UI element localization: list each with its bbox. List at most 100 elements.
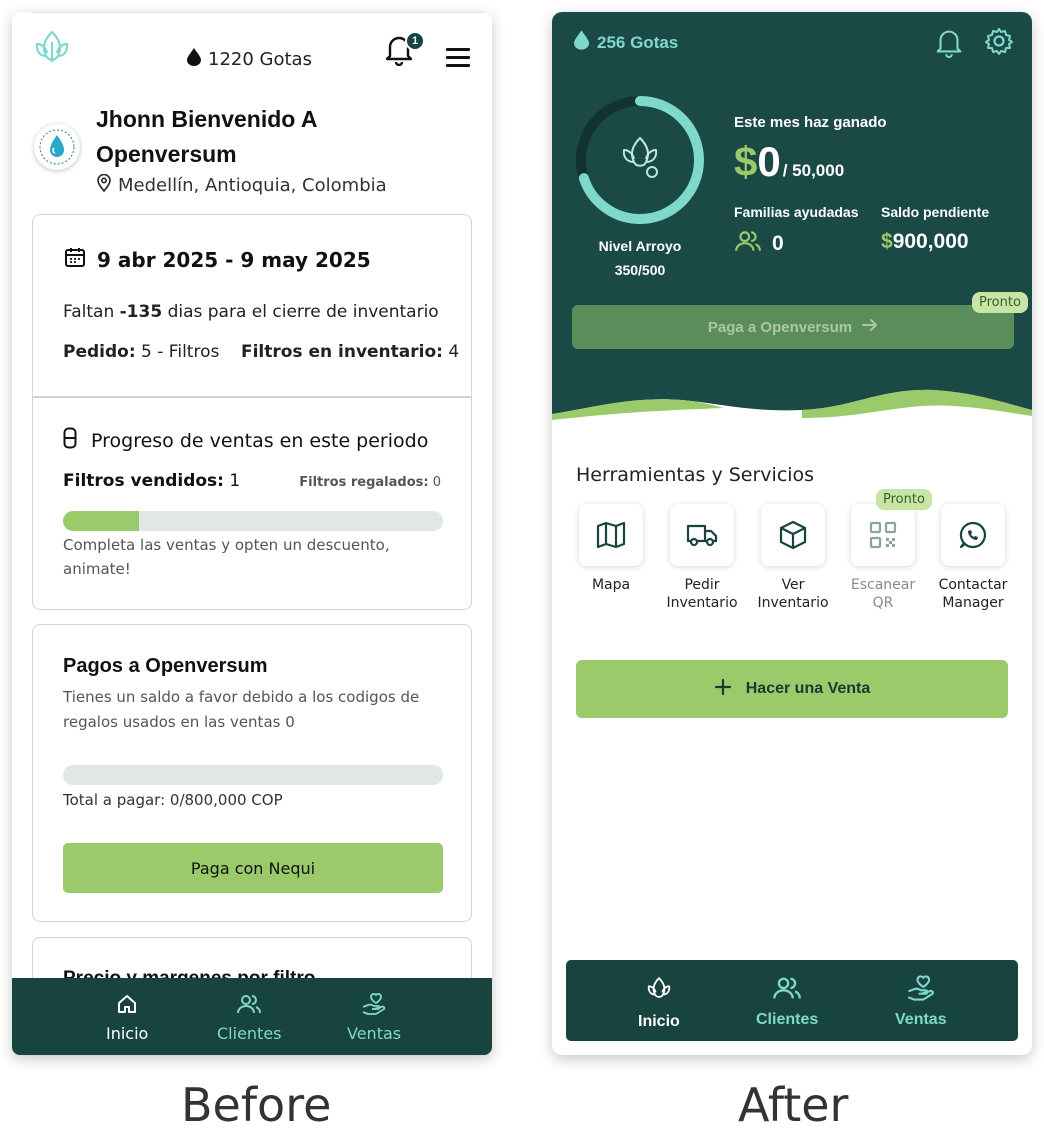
total-to-pay: Total a pagar: 0/800,000 COP	[63, 791, 283, 809]
monthly-earnings: $ 0 / 50,000	[734, 138, 844, 186]
tool-ver-label: Ver Inventario	[757, 577, 829, 611]
qr-icon	[851, 504, 915, 566]
location: Medellín, Antioquia, Colombia	[96, 173, 387, 197]
tool-contactar-label: Contactar Manager	[938, 577, 1008, 611]
tool-mapa-label: Mapa	[591, 577, 631, 593]
whatsapp-icon	[941, 504, 1005, 566]
tool-escanear-qr[interactable]: Escanear QR	[838, 504, 928, 612]
monthly-earnings-label: Este mes haz ganado	[734, 114, 887, 131]
make-sale-button[interactable]: Hacer una Venta	[576, 660, 1008, 718]
period-date-range: 9 abr 2025 - 9 may 2025	[97, 247, 371, 272]
nav-ventas-label: Ventas	[895, 1011, 947, 1028]
level-leaf-icon	[622, 137, 658, 178]
users-icon	[772, 974, 802, 1007]
tool-mapa[interactable]: Mapa	[566, 504, 656, 594]
home-icon	[115, 992, 139, 1020]
hand-heart-icon	[361, 992, 387, 1020]
sales-progress-bar	[63, 511, 443, 531]
days-remaining-text: Faltan -135 dias para el cierre de inven…	[63, 302, 439, 322]
period-card: 9 abr 2025 - 9 may 2025 Faltan -135 dias…	[32, 214, 472, 610]
gotas-balance: 1220 Gotas	[187, 48, 312, 71]
top-divider	[32, 12, 484, 13]
users-icon	[734, 228, 762, 260]
notification-count-badge: 1	[405, 31, 425, 51]
hero-background	[552, 12, 1032, 420]
after-caption: After	[738, 1078, 849, 1132]
nav-clientes[interactable]: Clientes	[217, 992, 282, 1043]
hand-heart-icon	[906, 974, 936, 1007]
make-sale-label: Hacer una Venta	[745, 680, 871, 697]
level-points: 350/500	[614, 262, 666, 278]
settings-gear-icon[interactable]	[984, 26, 1014, 61]
tool-contactar-manager[interactable]: Contactar Manager	[928, 504, 1018, 612]
before-caption: Before	[181, 1078, 332, 1132]
payments-title: Pagos a Openversum	[63, 655, 268, 677]
nav-inicio[interactable]: Inicio	[638, 974, 680, 1031]
notifications-bell-icon[interactable]	[934, 26, 964, 63]
nav-ventas[interactable]: Ventas	[347, 992, 401, 1043]
coming-soon-badge: Pronto	[876, 489, 932, 510]
earnings-goal: / 50,000	[782, 161, 845, 180]
earnings-amount: 0	[757, 138, 781, 185]
days-remaining-value: -135	[119, 302, 163, 322]
coming-soon-badge: Pronto	[972, 292, 1028, 313]
payment-progress-bar	[63, 765, 443, 785]
truck-icon	[670, 504, 734, 566]
nav-clientes-label: Clientes	[756, 1011, 819, 1028]
water-drop-icon	[187, 48, 201, 71]
after-phone-screen: 256 Gotas Nivel Arroyo 350/500 Este mes …	[552, 12, 1032, 1055]
pay-openversum-button[interactable]: Paga a Openversum	[572, 305, 1014, 349]
welcome-heading: Jhonn Bienvenido A Openversum	[96, 106, 317, 167]
sales-progress-fill	[63, 511, 139, 531]
filters-sold: Filtros vendidos: 1	[63, 471, 241, 491]
tool-pedir-label: Pedir Inventario	[666, 577, 738, 611]
gotas-text: 1220 Gotas	[208, 49, 312, 70]
tool-ver-inventario[interactable]: Ver Inventario	[748, 504, 838, 612]
level-name: Nivel Arroyo	[598, 238, 682, 254]
period-date-row: 9 abr 2025 - 9 may 2025	[63, 245, 371, 274]
openversum-logo-icon[interactable]	[30, 26, 74, 70]
pay-openversum-label: Paga a Openversum	[707, 318, 853, 336]
tool-escanear-label: Escanear QR	[850, 577, 916, 611]
filters-gifted: Filtros regalados: 0	[299, 475, 441, 490]
sales-progress-hint: Completa las ventas y opten un descuento…	[63, 536, 390, 578]
plus-icon	[714, 678, 732, 701]
level-info: Nivel Arroyo 350/500	[570, 234, 710, 282]
before-phone-screen: 1220 Gotas 1 Jhonn Bienvenido A Openvers…	[12, 12, 492, 1055]
water-drop-icon	[574, 30, 589, 55]
leaf-logo-icon	[644, 974, 674, 1009]
nav-inicio-label: Inicio	[106, 1024, 149, 1043]
earnings-currency: $	[734, 138, 758, 185]
pay-with-nequi-button[interactable]: Paga con Nequi	[63, 843, 443, 893]
gotas-balance: 256 Gotas	[574, 30, 678, 55]
pedido-value: 5 - Filtros	[135, 342, 220, 362]
map-pin-icon	[96, 173, 112, 197]
card-divider	[33, 396, 471, 398]
calendar-icon	[63, 245, 87, 274]
map-icon	[579, 504, 643, 566]
order-inventory-row: Pedido: 5 - Filtros Filtros en inventari…	[63, 342, 460, 362]
families-count: 0	[772, 232, 784, 255]
level-progress-ring	[576, 96, 704, 224]
before-header: 1220 Gotas 1	[12, 24, 492, 82]
inventario-value: 4	[442, 342, 460, 362]
tools-section-title: Herramientas y Servicios	[576, 464, 815, 486]
pending-balance-value: $900,000	[881, 230, 969, 253]
nav-clientes[interactable]: Clientes	[756, 974, 818, 1029]
families-helped-value: 0	[734, 228, 784, 260]
nav-inicio-label: Inicio	[638, 1013, 680, 1030]
box-icon	[761, 504, 825, 566]
after-bottom-nav: Inicio Clientes Ventas	[566, 960, 1018, 1041]
nav-ventas-label: Ventas	[347, 1024, 402, 1043]
avatar[interactable]	[34, 124, 80, 170]
nav-ventas[interactable]: Ventas	[895, 974, 947, 1029]
nav-inicio[interactable]: Inicio	[106, 992, 148, 1043]
hamburger-menu-icon[interactable]	[446, 48, 470, 68]
families-helped-label: Familias ayudadas	[734, 204, 859, 220]
users-icon	[236, 992, 262, 1020]
before-bottom-nav: Inicio Clientes Ventas	[12, 978, 492, 1055]
tool-pedir-inventario[interactable]: Pedir Inventario	[657, 504, 747, 612]
sales-progress-title: Progreso de ventas en este periodo	[63, 427, 428, 454]
gotas-text: 256 Gotas	[597, 32, 679, 52]
location-text: Medellín, Antioquia, Colombia	[118, 175, 387, 196]
